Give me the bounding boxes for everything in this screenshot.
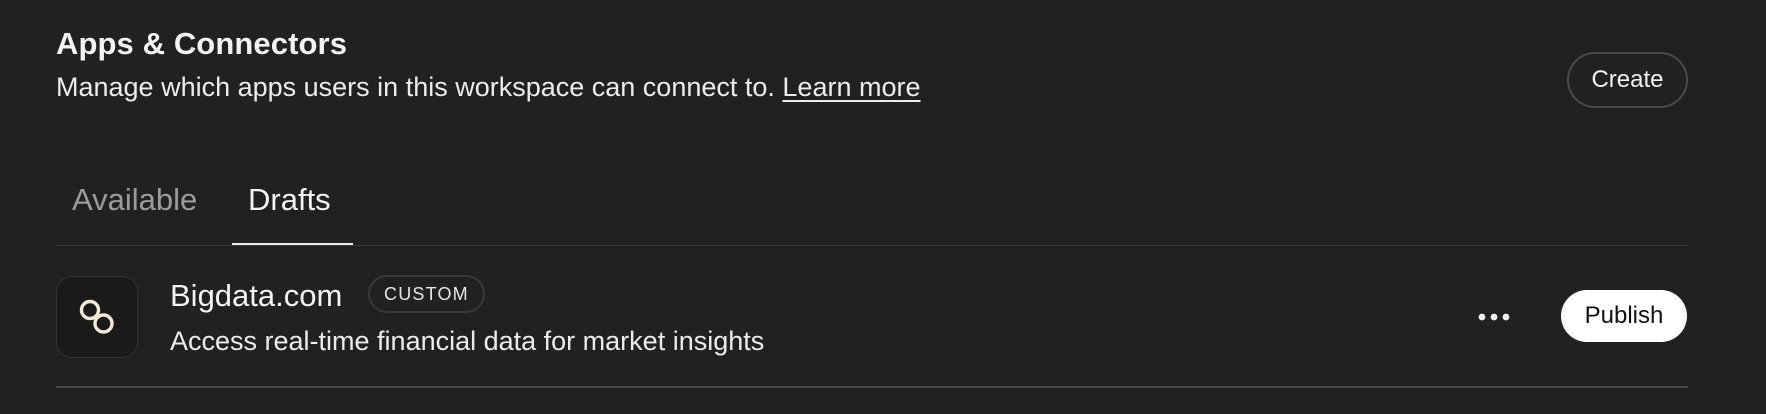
custom-badge: CUSTOM	[368, 275, 485, 313]
tab-available[interactable]: Available	[72, 182, 197, 218]
create-button[interactable]: Create	[1567, 52, 1688, 108]
page-title: Apps & Connectors	[56, 26, 348, 61]
more-options-button[interactable]	[1466, 295, 1522, 339]
learn-more-link[interactable]: Learn more	[782, 72, 920, 102]
subtitle-text: Manage which apps users in this workspac…	[56, 72, 775, 102]
app-list-item[interactable]: Bigdata.com CUSTOM Access real-time fina…	[56, 246, 1688, 388]
apps-connectors-page: Apps & Connectors Manage which apps user…	[0, 0, 1766, 414]
active-tab-indicator	[232, 243, 353, 245]
app-description: Access real-time financial data for mark…	[170, 326, 765, 356]
page-subtitle: Manage which apps users in this workspac…	[56, 72, 920, 103]
bigdata-logo-icon	[56, 276, 138, 358]
app-name: Bigdata.com	[170, 278, 343, 313]
more-horizontal-icon	[1478, 313, 1510, 321]
publish-button[interactable]: Publish	[1561, 290, 1687, 342]
tab-bar: Available Drafts	[56, 170, 1688, 246]
tab-drafts[interactable]: Drafts	[248, 182, 331, 218]
